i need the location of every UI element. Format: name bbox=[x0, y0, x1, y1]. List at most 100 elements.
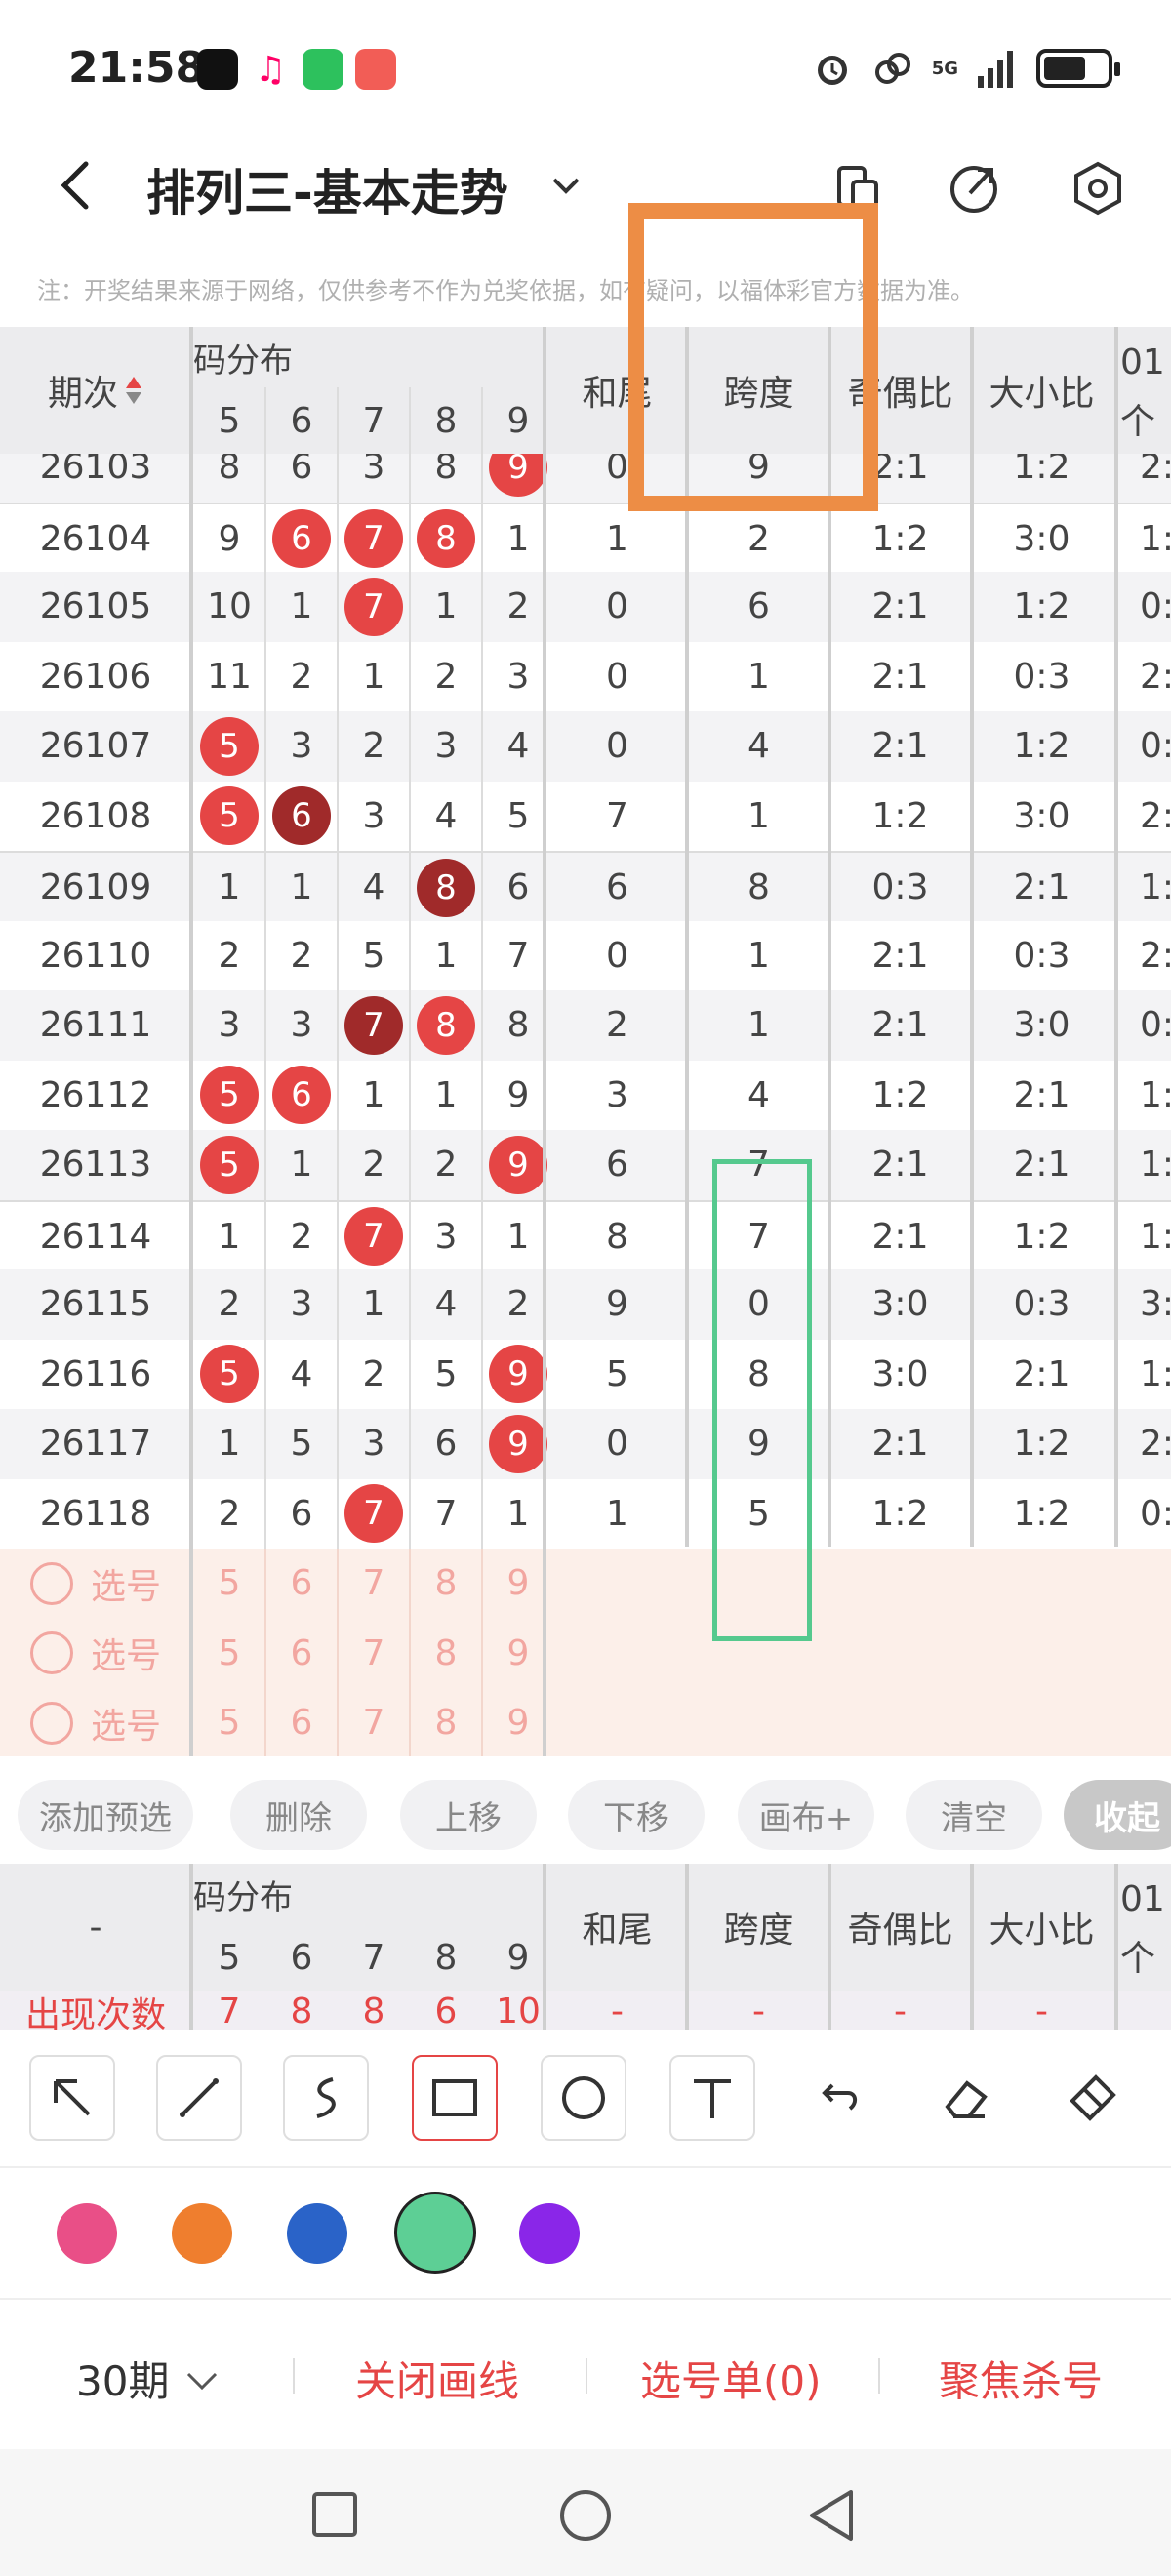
circle-tool-button[interactable] bbox=[541, 2055, 626, 2141]
pick-row[interactable]: 选号 5 6 7 8 9 bbox=[0, 1549, 1171, 1619]
digit-cell: 3 bbox=[410, 711, 482, 782]
miss-count: 6 bbox=[434, 1424, 458, 1465]
clear-brush-button[interactable] bbox=[1050, 2055, 1136, 2141]
pick-digit[interactable]: 7 bbox=[338, 1619, 410, 1689]
action-chip-2[interactable]: 上移 bbox=[400, 1780, 537, 1850]
table-row[interactable]: 26112 5 6 1 1 9 3 4 1:2 2:1 1: bbox=[0, 1060, 1171, 1130]
page-title[interactable]: 排列三-基本走势 bbox=[146, 154, 508, 224]
stats-sum-tail-header: 和尾 bbox=[582, 1911, 653, 1951]
pick-label: 选号 bbox=[90, 1566, 161, 1607]
pick-list-button[interactable]: 选号单(0) bbox=[640, 2349, 822, 2408]
big-small-cell: 1:2 bbox=[1013, 586, 1070, 627]
radio-icon[interactable] bbox=[29, 1701, 73, 1745]
table-row[interactable]: 26105 10 1 7 1 2 0 6 2:1 1:2 0: bbox=[0, 572, 1171, 642]
pick-select[interactable]: 选号 bbox=[0, 1549, 191, 1619]
close-lines-button[interactable]: 关闭画线 bbox=[355, 2349, 519, 2408]
pick-select[interactable]: 选号 bbox=[0, 1688, 191, 1756]
pick-row[interactable]: 选号 5 6 7 8 9 bbox=[0, 1688, 1171, 1756]
pick-digit[interactable]: 8 bbox=[410, 1619, 482, 1689]
digit-cell: 1 bbox=[193, 1409, 265, 1479]
pick-digit[interactable]: 8 bbox=[410, 1549, 482, 1619]
back-icon[interactable] bbox=[49, 154, 107, 217]
color-swatch[interactable] bbox=[287, 2203, 347, 2264]
miss-count: 5 bbox=[434, 1353, 458, 1394]
table-row[interactable]: 26111 3 3 7 8 8 2 1 2:1 3:0 0: bbox=[0, 990, 1171, 1061]
pick-digit[interactable]: 8 bbox=[410, 1688, 482, 1756]
pick-digit[interactable]: 7 bbox=[338, 1549, 410, 1619]
miss-count: 4 bbox=[362, 867, 385, 908]
miss-count: 2 bbox=[362, 1353, 385, 1394]
settings-icon[interactable] bbox=[1070, 160, 1126, 217]
miss-count: 4 bbox=[434, 1284, 458, 1325]
back-nav-icon[interactable] bbox=[806, 2488, 857, 2543]
miss-count: 1 bbox=[434, 1074, 458, 1115]
digit-cell: 3 bbox=[265, 990, 338, 1061]
color-swatch[interactable] bbox=[519, 2203, 580, 2264]
pick-digit[interactable]: 7 bbox=[338, 1688, 410, 1756]
pick-digit[interactable]: 5 bbox=[193, 1549, 265, 1619]
table-row[interactable]: 26106 11 2 1 2 3 0 1 2:1 0:3 2: bbox=[0, 641, 1171, 712]
table-row[interactable]: 26118 2 6 7 7 1 1 5 1:2 1:2 0: bbox=[0, 1478, 1171, 1549]
miss-count: 1 bbox=[290, 586, 313, 627]
miss-count: 1 bbox=[506, 518, 530, 559]
action-chip-4[interactable]: 画布+ bbox=[738, 1780, 874, 1850]
undo-button[interactable] bbox=[796, 2055, 882, 2141]
eraser-button[interactable] bbox=[923, 2055, 1009, 2141]
rectangle-tool-button[interactable] bbox=[412, 2055, 498, 2141]
action-chip-1[interactable]: 删除 bbox=[230, 1780, 367, 1850]
action-chip-3[interactable]: 下移 bbox=[568, 1780, 705, 1850]
pick-digit[interactable]: 6 bbox=[265, 1549, 338, 1619]
line-tool-button[interactable] bbox=[156, 2055, 242, 2141]
chevron-down-icon[interactable] bbox=[546, 166, 586, 205]
share-icon[interactable] bbox=[947, 160, 1003, 217]
action-chip-0[interactable]: 添加预选 bbox=[18, 1780, 193, 1850]
pick-digit[interactable]: 6 bbox=[265, 1619, 338, 1689]
table-row[interactable]: 26115 2 3 1 4 2 9 0 3:0 0:3 3: bbox=[0, 1269, 1171, 1340]
miss-count: 3 bbox=[362, 454, 385, 488]
miss-count: 2 bbox=[434, 656, 458, 697]
odd-even-cell: 2:1 bbox=[871, 1145, 929, 1186]
table-row[interactable]: 26103 8 6 3 8 9 0 9 2:1 1:2 2: bbox=[0, 454, 1171, 503]
pick-digit[interactable]: 6 bbox=[265, 1688, 338, 1756]
color-swatch[interactable] bbox=[57, 2203, 117, 2264]
action-chip-6[interactable]: 收起 bbox=[1064, 1780, 1171, 1850]
pick-row[interactable]: 选号 5 6 7 8 9 bbox=[0, 1618, 1171, 1689]
recents-icon[interactable] bbox=[310, 2490, 359, 2539]
table-row[interactable]: 26114 1 2 7 3 1 8 7 2:1 1:2 1: bbox=[0, 1199, 1171, 1272]
stats-table: - 码分布 56789 和尾 跨度 奇偶比 大小比 01 个 出现次数 7 8 8 6 1… bbox=[0, 1864, 1171, 2030]
color-swatch[interactable] bbox=[394, 2192, 476, 2274]
table-row[interactable]: 26116 5 4 2 5 9 5 8 3:0 2:1 1: bbox=[0, 1339, 1171, 1409]
period-header[interactable]: 期次 bbox=[0, 327, 191, 454]
digit-cell: 2 bbox=[265, 642, 338, 712]
focus-kill-button[interactable]: 聚焦杀号 bbox=[939, 2349, 1103, 2408]
action-chip-5[interactable]: 清空 bbox=[906, 1780, 1042, 1850]
table-row[interactable]: 26108 5 6 3 4 5 7 1 1:2 3:0 2: bbox=[0, 781, 1171, 851]
color-swatch[interactable] bbox=[172, 2203, 232, 2264]
radio-icon[interactable] bbox=[29, 1561, 73, 1605]
text-tool-button[interactable] bbox=[669, 2055, 755, 2141]
sum-tail-cell: 0 bbox=[606, 656, 628, 697]
home-icon[interactable] bbox=[558, 2488, 613, 2543]
miss-count: 1 bbox=[290, 867, 313, 908]
odd-even-cell: 1:2 bbox=[871, 795, 929, 836]
pick-select[interactable]: 选号 bbox=[0, 1619, 191, 1689]
green-annotation-rect[interactable] bbox=[712, 1159, 812, 1641]
pick-digit[interactable]: 5 bbox=[193, 1619, 265, 1689]
digit-cell: 2 bbox=[265, 1202, 338, 1272]
wechat-icon bbox=[303, 49, 343, 90]
period-selector[interactable]: 30期 bbox=[76, 2349, 222, 2408]
orange-annotation-rect[interactable] bbox=[628, 203, 878, 511]
table-row[interactable]: 26113 5 1 2 2 9 6 7 2:1 2:1 1: bbox=[0, 1130, 1171, 1200]
table-row[interactable]: 26104 9 6 7 8 1 1 2 1:2 3:0 1: bbox=[0, 502, 1171, 574]
table-row[interactable]: 26107 5 3 2 3 4 0 4 2:1 1:2 0: bbox=[0, 711, 1171, 782]
miss-count: 2 bbox=[506, 1284, 530, 1325]
radio-icon[interactable] bbox=[29, 1631, 73, 1675]
freehand-tool-button[interactable] bbox=[283, 2055, 369, 2141]
arrow-tool-button[interactable] bbox=[29, 2055, 115, 2141]
extra-cell: 2: bbox=[1140, 1424, 1171, 1465]
table-row[interactable]: 26110 2 2 5 1 7 0 1 2:1 0:3 2: bbox=[0, 920, 1171, 990]
pick-digit[interactable]: 5 bbox=[193, 1688, 265, 1756]
table-row[interactable]: 26117 1 5 3 6 9 0 9 2:1 1:2 2: bbox=[0, 1409, 1171, 1479]
sum-tail-cell: 0 bbox=[606, 935, 628, 976]
table-row[interactable]: 26109 1 1 4 8 6 6 8 0:3 2:1 1: bbox=[0, 851, 1171, 923]
